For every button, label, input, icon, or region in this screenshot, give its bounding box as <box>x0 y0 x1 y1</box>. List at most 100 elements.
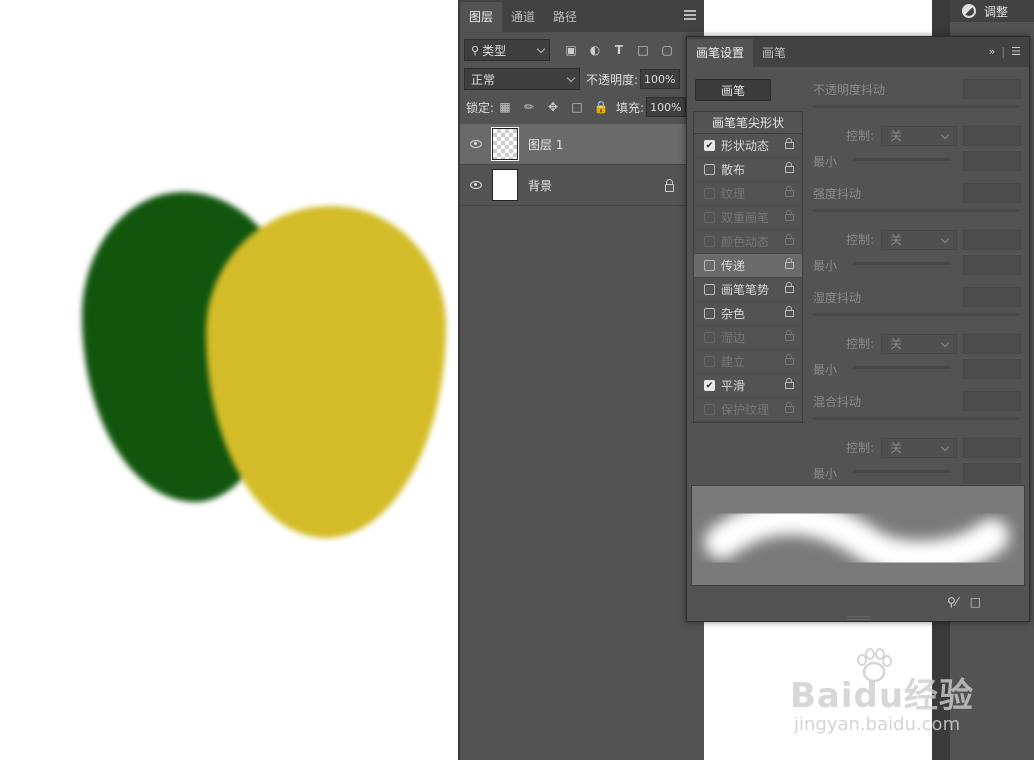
checkbox-icon[interactable] <box>704 188 715 199</box>
fill-input[interactable]: 100% <box>646 97 687 117</box>
brush-option-item[interactable]: 建立 <box>694 350 802 374</box>
lock-icon[interactable] <box>785 402 794 413</box>
checkbox-icon[interactable] <box>704 236 715 247</box>
lock-icon <box>665 179 674 192</box>
tab-channels[interactable]: 通道 <box>502 2 544 32</box>
brush-option-item[interactable]: 纹理 <box>694 182 802 206</box>
lock-icon[interactable] <box>785 378 794 389</box>
strength-jitter-slider[interactable] <box>813 209 1019 212</box>
lock-icon[interactable] <box>785 186 794 197</box>
mix-jitter-slider[interactable] <box>813 417 1019 420</box>
visibility-eye-icon[interactable] <box>470 140 482 148</box>
control-select[interactable]: 关 <box>881 230 957 250</box>
opacity-jitter-slider[interactable] <box>813 105 1019 108</box>
adjustments-header[interactable]: 调整 <box>950 0 1034 22</box>
wetness-jitter-input[interactable] <box>963 287 1021 307</box>
collapse-icon[interactable]: » <box>989 45 996 58</box>
checkbox-icon[interactable] <box>704 404 715 415</box>
lock-icon[interactable] <box>785 330 794 341</box>
checkbox-icon[interactable] <box>704 308 715 319</box>
lock-icon[interactable] <box>785 258 794 269</box>
minimum-input[interactable] <box>963 151 1021 171</box>
control-select[interactable]: 关 <box>881 126 957 146</box>
brush-option-item[interactable]: ✔ 平滑 <box>694 374 802 398</box>
minimum-slider[interactable] <box>853 158 951 161</box>
artboard-icon[interactable]: □ <box>570 100 584 114</box>
lock-pixels-brush-icon[interactable]: ✏ <box>522 100 536 114</box>
checkbox-icon[interactable] <box>704 284 715 295</box>
type-filter-icon[interactable]: T <box>612 43 626 57</box>
brush-tip-shape-item[interactable]: 画笔笔尖形状 <box>694 112 802 134</box>
tab-paths[interactable]: 路径 <box>544 2 586 32</box>
panel-menu-icon[interactable] <box>684 10 696 20</box>
tab-layers[interactable]: 图层 <box>460 2 503 32</box>
opacity-input[interactable]: 100% <box>640 69 681 89</box>
minimum-slider[interactable] <box>853 470 951 473</box>
panel-menu-icon[interactable]: ☰ <box>1011 45 1021 58</box>
control-label: 控制: <box>846 233 875 247</box>
brush-option-item[interactable]: ✔ 形状动态 <box>694 134 802 158</box>
brush-option-item[interactable]: 颜色动态 <box>694 230 802 254</box>
brush-option-item[interactable]: 湿边 <box>694 326 802 350</box>
minimum-input[interactable] <box>963 463 1021 483</box>
control-input[interactable] <box>963 334 1021 354</box>
control-input[interactable] <box>963 438 1021 458</box>
checkbox-icon[interactable] <box>704 356 715 367</box>
lock-icon[interactable] <box>785 234 794 245</box>
strength-jitter-input[interactable] <box>963 183 1021 203</box>
brush-option-item[interactable]: 画笔笔势 <box>694 278 802 302</box>
lock-position-move-icon[interactable]: ✥ <box>546 100 560 114</box>
search-icon: ⚲ <box>471 43 480 57</box>
checkbox-icon[interactable] <box>704 332 715 343</box>
resize-grip[interactable] <box>847 616 871 620</box>
control-input[interactable] <box>963 126 1021 146</box>
lock-icon[interactable] <box>785 354 794 365</box>
brush-option-item[interactable]: 传递 <box>694 254 802 278</box>
minimum-slider[interactable] <box>853 366 951 369</box>
brush-option-item[interactable]: 杂色 <box>694 302 802 326</box>
lock-icon[interactable] <box>785 210 794 221</box>
layer-row-background[interactable]: 背景 <box>460 165 686 206</box>
lock-icon[interactable] <box>785 282 794 293</box>
checkbox-checked-icon[interactable]: ✔ <box>704 380 715 391</box>
tab-brush-settings[interactable]: 画笔设置 <box>687 39 754 67</box>
lock-icon[interactable] <box>785 162 794 173</box>
minimum-input[interactable] <box>963 255 1021 275</box>
brush-option-item[interactable]: 保护纹理 <box>694 398 802 422</box>
visibility-eye-icon[interactable] <box>470 181 482 189</box>
wetness-jitter-slider[interactable] <box>813 313 1019 316</box>
lock-icon[interactable] <box>785 306 794 317</box>
shape-filter-icon[interactable]: □ <box>636 43 650 57</box>
checkbox-icon[interactable] <box>704 260 715 271</box>
lock-transparency-icon[interactable]: ▦ <box>498 100 512 114</box>
minimum-input[interactable] <box>963 359 1021 379</box>
baidu-watermark: Baidu经验 jingyan.baidu.com <box>790 648 990 748</box>
adjustment-filter-icon[interactable]: ◐ <box>588 43 602 57</box>
toggle-visibility-icon[interactable]: ⚲⁄ <box>947 595 958 609</box>
brush-option-label: 传递 <box>721 259 746 273</box>
control-select[interactable]: 关 <box>881 438 957 458</box>
smart-object-filter-icon[interactable]: ▢ <box>660 43 674 57</box>
brush-presets-button[interactable]: 画笔 <box>695 79 771 101</box>
canvas-area[interactable] <box>0 0 458 760</box>
control-select[interactable]: 关 <box>881 334 957 354</box>
brush-option-label: 保护纹理 <box>721 403 770 417</box>
tab-brushes[interactable]: 画笔 <box>753 39 795 67</box>
brush-option-item[interactable]: 散布 <box>694 158 802 182</box>
checkbox-icon[interactable] <box>704 164 715 175</box>
layer-row-layer1[interactable]: 图层 1 <box>460 124 686 165</box>
minimum-label: 最小 <box>813 259 838 273</box>
checkbox-icon[interactable] <box>704 212 715 223</box>
mix-jitter-input[interactable] <box>963 391 1021 411</box>
lock-all-icon[interactable]: 🔒 <box>594 100 609 114</box>
image-filter-icon[interactable]: ▣ <box>564 43 578 57</box>
checkbox-checked-icon[interactable]: ✔ <box>704 140 715 151</box>
brush-option-item[interactable]: 双重画笔 <box>694 206 802 230</box>
new-brush-preset-icon[interactable]: □ <box>970 595 981 609</box>
minimum-slider[interactable] <box>853 262 951 265</box>
blend-mode-select[interactable]: 正常 <box>464 68 580 90</box>
lock-icon[interactable] <box>785 138 794 149</box>
control-input[interactable] <box>963 230 1021 250</box>
layer-filter-select[interactable]: ⚲ 类型 <box>464 39 550 61</box>
opacity-jitter-input[interactable] <box>963 79 1021 99</box>
